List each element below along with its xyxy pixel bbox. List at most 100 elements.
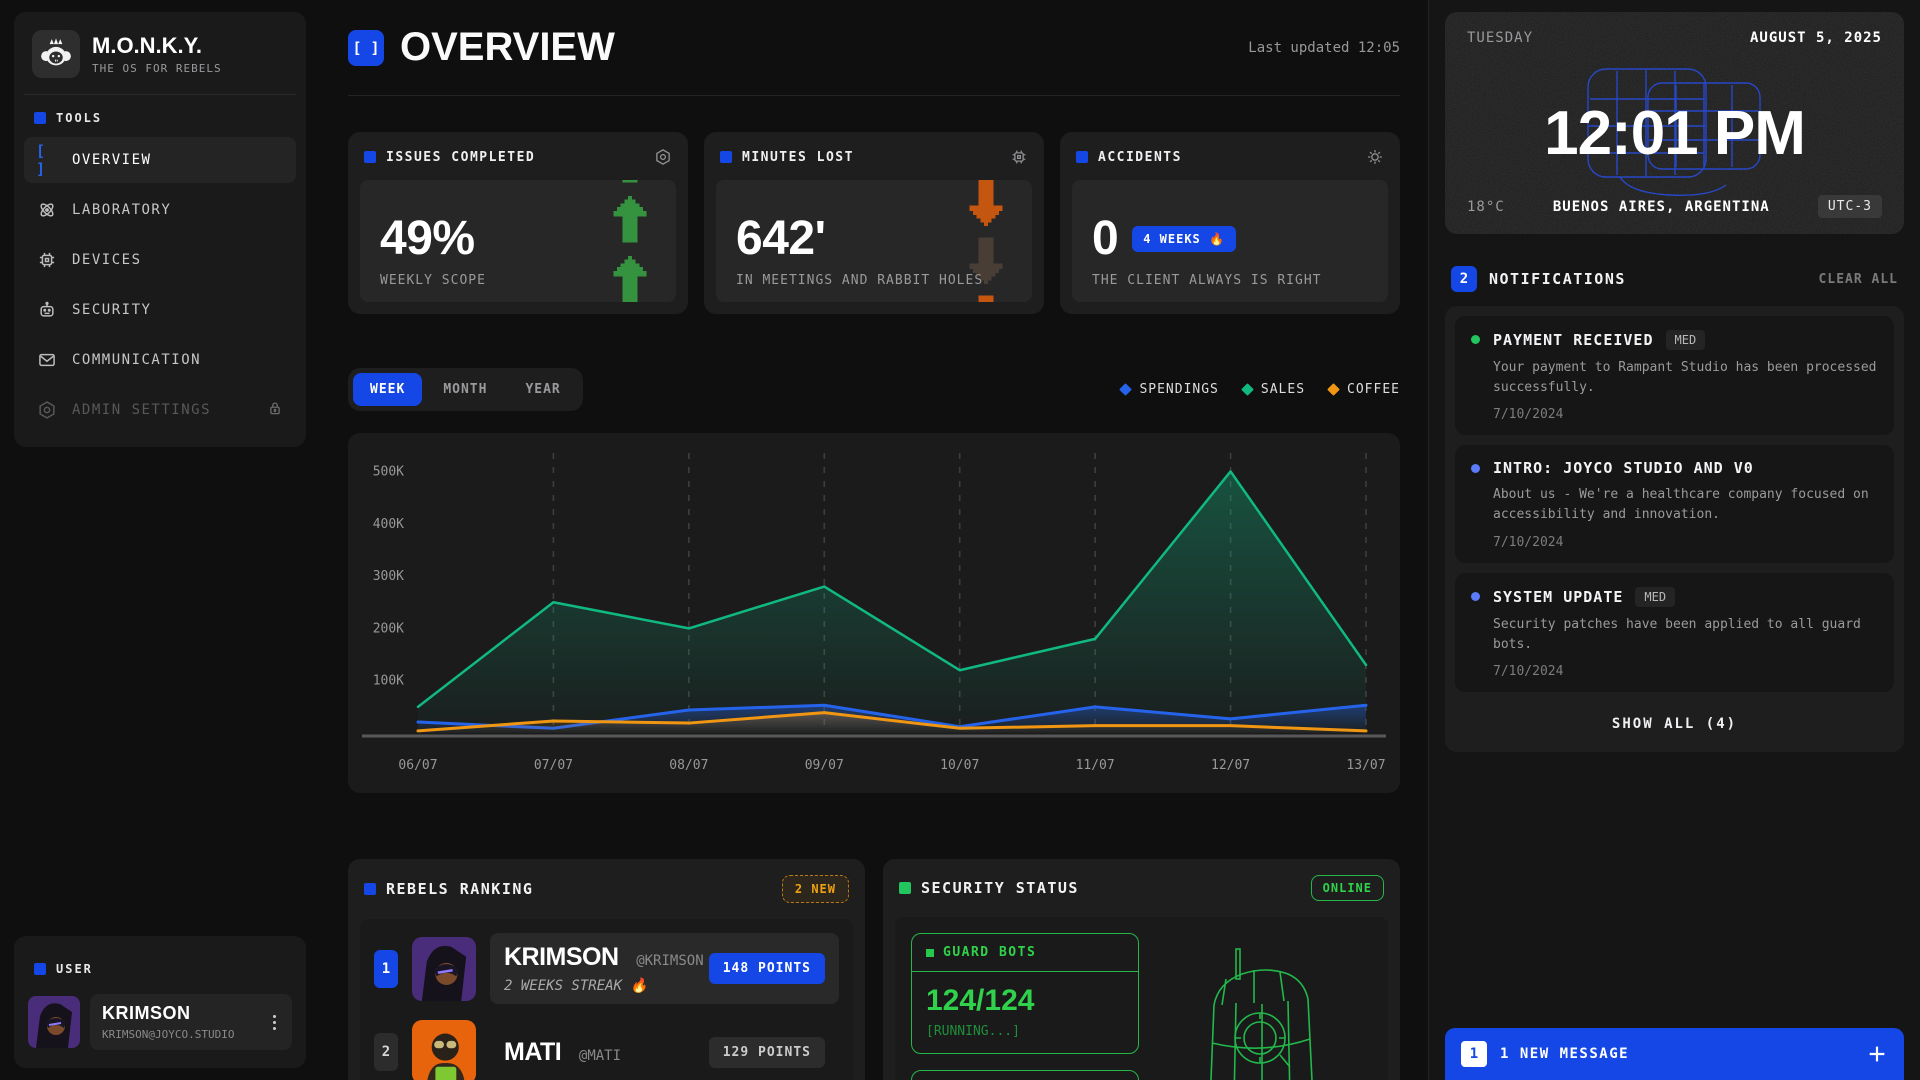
page-title: OVERVIEW xyxy=(400,25,615,70)
stats-row: ISSUES COMPLETED 49% WEEKLY SCOPE xyxy=(348,132,1400,314)
ranking-title: REBELS RANKING xyxy=(386,880,533,898)
right-panel: TUESDAY AUGUST 5, 2025 12:01 PM 18°C BUE… xyxy=(1428,0,1920,1080)
message-label: 1 NEW MESSAGE xyxy=(1500,1046,1629,1062)
svg-text:100K: 100K xyxy=(373,674,404,689)
stat-title: MINUTES LOST xyxy=(742,150,854,165)
clear-all-button[interactable]: CLEAR ALL xyxy=(1819,272,1898,287)
rank-number: 2 xyxy=(374,1033,398,1071)
tab-year[interactable]: YEAR xyxy=(508,373,577,406)
hex-nut-settings-icon[interactable] xyxy=(654,148,672,166)
section-marker-icon xyxy=(1076,151,1088,163)
sidebar-item-overview[interactable]: [ ] OVERVIEW xyxy=(24,137,296,183)
brand-name: M.O.N.K.Y. xyxy=(92,33,222,59)
user-info-panel[interactable]: KRIMSON KRIMSON@JOYCO.STUDIO xyxy=(90,994,292,1050)
sidebar-item-devices[interactable]: DEVICES xyxy=(24,237,296,283)
guard-bots-module: GUARD BOTS 124/124 [RUNNING...] xyxy=(911,933,1139,1054)
sidebar-item-label: LABORATORY xyxy=(72,202,171,218)
trend-up-arrows-icon xyxy=(610,180,650,302)
hex-nut-icon xyxy=(36,400,58,420)
tab-month[interactable]: MONTH xyxy=(426,373,504,406)
rank-name: MATI xyxy=(504,1038,561,1066)
chip-settings-icon[interactable] xyxy=(1010,148,1028,166)
watchtower-wireframe-icon xyxy=(1196,943,1346,1080)
notification-payment-received[interactable]: PAYMENT RECEIVED MED Your payment to Ram… xyxy=(1455,316,1894,435)
svg-text:11/07: 11/07 xyxy=(1076,758,1115,773)
sidebar-item-label: ADMIN SETTINGS xyxy=(72,402,211,418)
ranking-list: 1 KRIMSON xyxy=(360,919,853,1080)
svg-text:09/07: 09/07 xyxy=(805,758,844,773)
green-marker-icon xyxy=(926,949,934,957)
rank-number: 1 xyxy=(374,950,398,988)
security-title: SECURITY STATUS xyxy=(921,879,1079,897)
clock-temperature: 18°C xyxy=(1467,199,1505,215)
monkey-logo-icon xyxy=(32,30,80,78)
page-header: [ ] OVERVIEW Last updated 12:05 xyxy=(348,0,1400,96)
lock-icon xyxy=(266,399,284,421)
svg-text:06/07: 06/07 xyxy=(398,758,437,773)
chart-controls: WEEK MONTH YEAR SPENDINGS SALES COFFEE xyxy=(348,368,1400,411)
module-name: GUARD BOTS xyxy=(943,945,1036,960)
brand-tagline: THE OS FOR REBELS xyxy=(92,62,222,75)
new-message-bar[interactable]: 1 1 NEW MESSAGE xyxy=(1445,1028,1904,1080)
notification-date: 7/10/2024 xyxy=(1493,535,1878,550)
notification-title: SYSTEM UPDATE xyxy=(1493,588,1623,606)
rank-name: KRIMSON xyxy=(504,943,619,971)
rank-handle: @MATI xyxy=(579,1048,621,1064)
svg-text:300K: 300K xyxy=(373,569,404,584)
priority-badge: MED xyxy=(1635,587,1675,607)
priority-badge: MED xyxy=(1666,330,1706,350)
user-menu-kebab-icon[interactable] xyxy=(269,1011,280,1034)
notification-title: PAYMENT RECEIVED xyxy=(1493,331,1654,349)
stat-card-accidents: ACCIDENTS 0 4 WEEKS 🔥 THE CLIENT ALWAYS … xyxy=(1060,132,1400,314)
overview-chart-card: 100K200K300K400K500K06/0707/0708/0709/07… xyxy=(348,433,1400,793)
chart-range-tabs: WEEK MONTH YEAR xyxy=(348,368,583,411)
user-email: KRIMSON@JOYCO.STUDIO xyxy=(102,1028,234,1041)
sidebar-item-security[interactable]: SECURITY xyxy=(24,287,296,333)
user-name: KRIMSON xyxy=(102,1003,234,1024)
ranking-new-badge: 2 NEW xyxy=(782,875,849,903)
stat-card-minutes-lost: MINUTES LOST 642' IN MEETINGS AND RABBIT… xyxy=(704,132,1044,314)
sidebar-item-communication[interactable]: COMMUNICATION xyxy=(24,337,296,383)
legend-coffee[interactable]: COFFEE xyxy=(1329,382,1400,397)
svg-text:500K: 500K xyxy=(373,464,404,479)
svg-text:12/07: 12/07 xyxy=(1211,758,1250,773)
security-status-card: SECURITY STATUS ONLINE GUARD BOTS 124/12… xyxy=(883,859,1400,1080)
trend-down-arrows-icon xyxy=(966,180,1006,302)
plus-icon[interactable] xyxy=(1866,1043,1888,1065)
show-all-button[interactable]: SHOW ALL (4) xyxy=(1455,702,1894,742)
notification-body: Your payment to Rampant Studio has been … xyxy=(1493,358,1878,398)
ranking-row-1[interactable]: 1 KRIMSON xyxy=(374,933,839,1004)
atom-icon xyxy=(36,200,58,220)
section-marker-icon xyxy=(364,151,376,163)
notification-system-update[interactable]: SYSTEM UPDATE MED Security patches have … xyxy=(1455,573,1894,692)
sidebar-nav-card: M.O.N.K.Y. THE OS FOR REBELS TOOLS [ ] O… xyxy=(14,12,306,447)
notification-date: 7/10/2024 xyxy=(1493,407,1878,422)
brand-header: M.O.N.K.Y. THE OS FOR REBELS xyxy=(24,22,296,95)
cog-settings-icon[interactable] xyxy=(1366,148,1384,166)
legend-spendings[interactable]: SPENDINGS xyxy=(1121,382,1218,397)
notification-intro-joyco[interactable]: INTRO: JOYCO STUDIO AND V0 About us - We… xyxy=(1455,445,1894,562)
clock-card: TUESDAY AUGUST 5, 2025 12:01 PM 18°C BUE… xyxy=(1445,12,1904,234)
online-badge: ONLINE xyxy=(1311,875,1384,901)
tab-week[interactable]: WEEK xyxy=(353,373,422,406)
legend-sales[interactable]: SALES xyxy=(1243,382,1305,397)
overview-area-chart: 100K200K300K400K500K06/0707/0708/0709/07… xyxy=(356,441,1392,781)
firewall-module: FIREWALL xyxy=(911,1070,1139,1080)
status-dot-icon xyxy=(1471,464,1480,473)
security-panel: GUARD BOTS 124/124 [RUNNING...] FIREWALL xyxy=(895,917,1388,1080)
rank-avatar xyxy=(412,1020,476,1080)
notifications-header: 2 NOTIFICATIONS CLEAR ALL xyxy=(1445,266,1904,292)
module-status: [RUNNING...] xyxy=(926,1024,1124,1039)
clock-date: AUGUST 5, 2025 xyxy=(1750,30,1882,46)
stat-card-issues-completed: ISSUES COMPLETED 49% WEEKLY SCOPE xyxy=(348,132,688,314)
sidebar-item-admin-settings[interactable]: ADMIN SETTINGS xyxy=(24,387,296,433)
sidebar: M.O.N.K.Y. THE OS FOR REBELS TOOLS [ ] O… xyxy=(0,0,320,1080)
clock-location: BUENOS AIRES, ARGENTINA xyxy=(1553,199,1770,215)
sidebar-item-laboratory[interactable]: LABORATORY xyxy=(24,187,296,233)
notification-title: INTRO: JOYCO STUDIO AND V0 xyxy=(1493,459,1754,477)
message-count-badge: 1 xyxy=(1461,1041,1487,1067)
clock-utc-badge: UTC-3 xyxy=(1818,195,1882,218)
notifications-list: PAYMENT RECEIVED MED Your payment to Ram… xyxy=(1445,306,1904,752)
ranking-row-2[interactable]: 2 MATI xyxy=(374,1020,839,1080)
clock-day: TUESDAY xyxy=(1467,30,1533,46)
